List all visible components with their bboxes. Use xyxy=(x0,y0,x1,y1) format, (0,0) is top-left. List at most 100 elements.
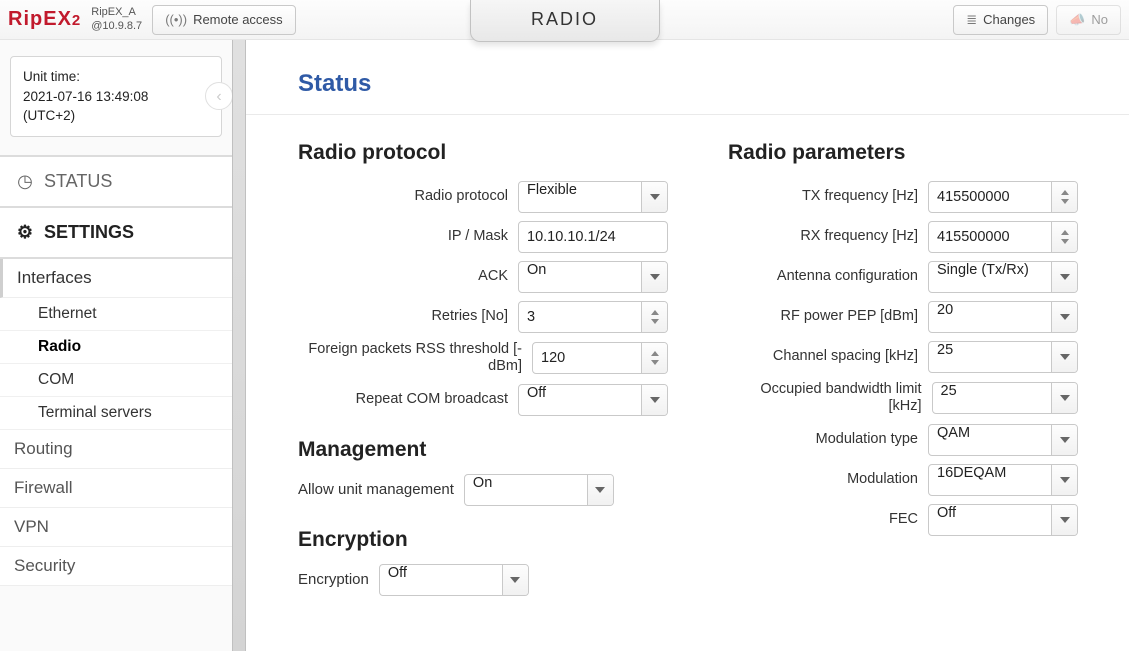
sidebar-divider[interactable] xyxy=(232,40,246,651)
value-radio-protocol: Flexible xyxy=(519,182,641,212)
nav-interfaces-group: Interfaces Ethernet Radio COM Terminal s… xyxy=(0,259,232,430)
sidebar: Unit time: 2021-07-16 13:49:08 (UTC+2) ‹… xyxy=(0,40,232,651)
field-antenna[interactable]: Single (Tx/Rx) xyxy=(928,261,1078,293)
unit-time-value: 2021-07-16 13:49:08 xyxy=(23,87,209,107)
label-rf-power: RF power PEP [dBm] xyxy=(728,308,918,325)
value-ack: On xyxy=(519,262,641,292)
field-rf-power[interactable]: 20 xyxy=(928,301,1078,333)
status-heading: Status xyxy=(298,70,1129,106)
nav-firewall[interactable]: Firewall xyxy=(0,469,232,508)
field-ch-spacing[interactable]: 25 xyxy=(928,341,1078,373)
management-heading: Management xyxy=(298,438,668,462)
input-ip-mask[interactable] xyxy=(519,222,667,252)
nav-com[interactable]: COM xyxy=(0,364,232,397)
field-allow-management[interactable]: On xyxy=(464,474,614,506)
field-fec[interactable]: Off xyxy=(928,504,1078,536)
gauge-icon: ◷ xyxy=(16,171,34,192)
field-rss-threshold[interactable] xyxy=(532,342,668,374)
row-radio-protocol: Radio protocol Flexible xyxy=(298,181,668,213)
field-modulation[interactable]: 16DEQAM xyxy=(928,464,1078,496)
label-modulation: Modulation xyxy=(728,471,918,488)
chevron-down-icon xyxy=(1051,505,1077,535)
row-ack: ACK On xyxy=(298,261,668,293)
unit-time-card: Unit time: 2021-07-16 13:49:08 (UTC+2) ‹ xyxy=(10,56,222,137)
changes-label: Changes xyxy=(983,12,1035,27)
nav-vpn[interactable]: VPN xyxy=(0,508,232,547)
nav-terminal-servers[interactable]: Terminal servers xyxy=(0,397,232,430)
input-retries[interactable] xyxy=(519,302,641,332)
value-antenna: Single (Tx/Rx) xyxy=(929,262,1051,292)
field-retries[interactable] xyxy=(518,301,668,333)
value-mod-type: QAM xyxy=(929,425,1051,455)
collapse-sidebar-button[interactable]: ‹ xyxy=(205,82,233,110)
row-rf-power: RF power PEP [dBm] 20 xyxy=(728,301,1078,333)
remote-access-button[interactable]: ((•)) Remote access xyxy=(152,5,295,35)
notify-button[interactable]: 📣 No xyxy=(1056,5,1121,35)
field-ip-mask[interactable] xyxy=(518,221,668,253)
field-encryption[interactable]: Off xyxy=(379,564,529,596)
row-allow-management: Allow unit management On xyxy=(298,474,668,506)
label-antenna: Antenna configuration xyxy=(728,268,918,285)
value-fec: Off xyxy=(929,505,1051,535)
value-repeat-com: Off xyxy=(519,385,641,415)
value-modulation: 16DEQAM xyxy=(929,465,1051,495)
chevron-left-icon: ‹ xyxy=(216,85,221,108)
spinner-icon[interactable] xyxy=(1051,222,1077,252)
nav-security[interactable]: Security xyxy=(0,547,232,586)
nav-interfaces[interactable]: Interfaces xyxy=(0,259,232,298)
row-modulation: Modulation 16DEQAM xyxy=(728,464,1078,496)
input-tx-freq[interactable] xyxy=(929,182,1051,212)
logo: RipEX2 xyxy=(0,8,91,31)
label-fec: FEC xyxy=(728,511,918,528)
field-rx-freq[interactable] xyxy=(928,221,1078,253)
row-obw: Occupied bandwidth limit [kHz] 25 xyxy=(728,381,1078,416)
label-ch-spacing: Channel spacing [kHz] xyxy=(728,348,918,365)
row-ch-spacing: Channel spacing [kHz] 25 xyxy=(728,341,1078,373)
spinner-icon[interactable] xyxy=(641,302,667,332)
chevron-down-icon xyxy=(1051,302,1077,332)
label-radio-protocol: Radio protocol xyxy=(298,188,508,205)
spinner-icon[interactable] xyxy=(1051,182,1077,212)
input-rx-freq[interactable] xyxy=(929,222,1051,252)
field-radio-protocol[interactable]: Flexible xyxy=(518,181,668,213)
top-bar: RipEX2 RipEX_A @10.9.8.7 ((•)) Remote ac… xyxy=(0,0,1129,40)
field-repeat-com[interactable]: Off xyxy=(518,384,668,416)
chevron-down-icon xyxy=(1051,383,1077,413)
row-repeat-com: Repeat COM broadcast Off xyxy=(298,384,668,416)
parameters-column: Radio parameters TX frequency [Hz] RX fr… xyxy=(728,141,1078,544)
chevron-down-icon xyxy=(1051,425,1077,455)
chevron-down-icon xyxy=(502,565,528,595)
field-mod-type[interactable]: QAM xyxy=(928,424,1078,456)
field-obw[interactable]: 25 xyxy=(932,382,1078,414)
nav-ethernet[interactable]: Ethernet xyxy=(0,298,232,331)
input-rss-threshold[interactable] xyxy=(533,343,641,373)
chevron-down-icon xyxy=(641,182,667,212)
value-ch-spacing: 25 xyxy=(929,342,1051,372)
nav-panel: ◷ STATUS ⚙ SETTINGS Interfaces Ethernet … xyxy=(0,155,232,586)
device-name: RipEX_A xyxy=(91,6,142,19)
nav-radio[interactable]: Radio xyxy=(0,331,232,364)
label-encryption: Encryption xyxy=(298,571,369,588)
megaphone-icon: 📣 xyxy=(1069,12,1085,28)
label-mod-type: Modulation type xyxy=(728,431,918,448)
main-content: Status Radio protocol Radio protocol Fle… xyxy=(246,40,1129,651)
field-ack[interactable]: On xyxy=(518,261,668,293)
spinner-icon[interactable] xyxy=(641,343,667,373)
parameters-heading: Radio parameters xyxy=(728,141,1078,165)
nav-status[interactable]: ◷ STATUS xyxy=(0,157,232,208)
nav-routing[interactable]: Routing xyxy=(0,430,232,469)
value-allow-management: On xyxy=(465,475,587,505)
chevron-down-icon xyxy=(1051,262,1077,292)
field-tx-freq[interactable] xyxy=(928,181,1078,213)
label-retries: Retries [No] xyxy=(298,308,508,325)
label-repeat-com: Repeat COM broadcast xyxy=(298,391,508,408)
label-tx-freq: TX frequency [Hz] xyxy=(728,188,918,205)
changes-button[interactable]: ≣ Changes xyxy=(953,5,1048,35)
row-encryption: Encryption Off xyxy=(298,564,668,596)
row-fec: FEC Off xyxy=(728,504,1078,536)
chevron-down-icon xyxy=(1051,465,1077,495)
chevron-down-icon xyxy=(641,385,667,415)
nav-settings[interactable]: ⚙ SETTINGS xyxy=(0,208,232,259)
page-title-tab: RADIO xyxy=(470,0,660,42)
antenna-icon: ((•)) xyxy=(165,12,187,27)
